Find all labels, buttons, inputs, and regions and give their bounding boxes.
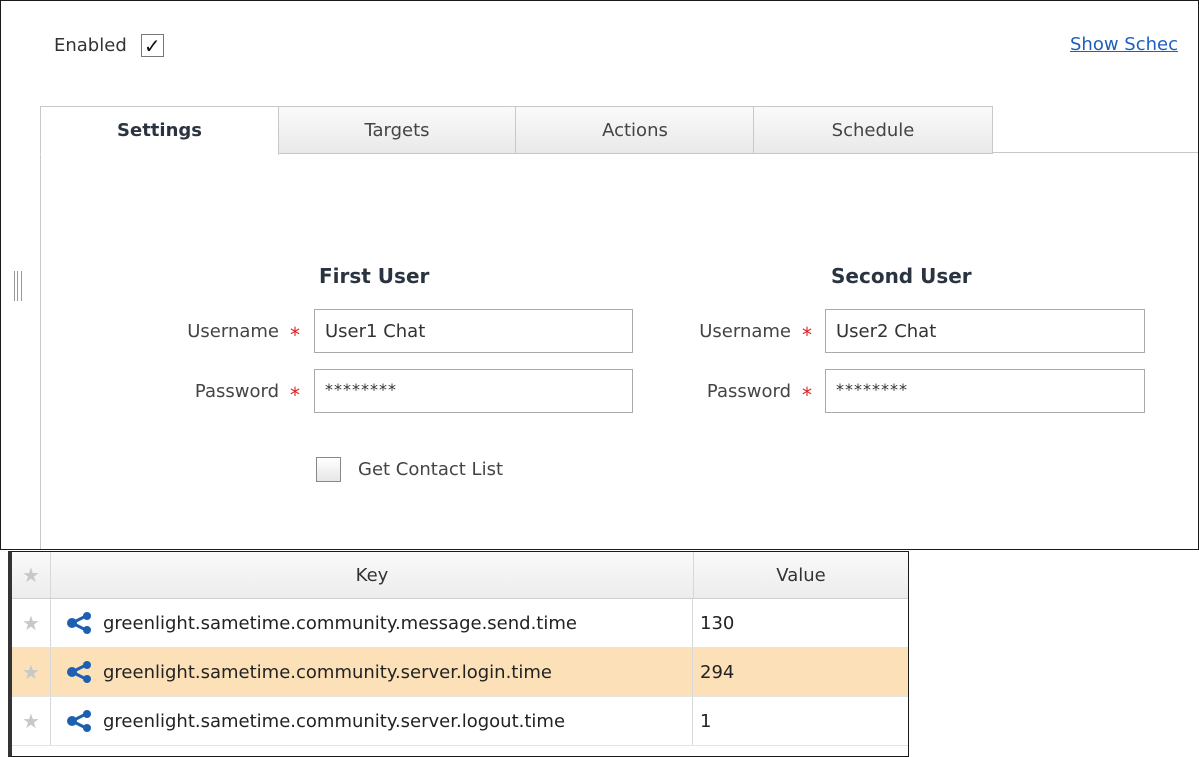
second-username-label: Username: [699, 321, 791, 342]
table-row[interactable]: ★ greenlight.sametime.community.server.l…: [12, 697, 908, 746]
table-header: ★ Key Value: [12, 552, 908, 599]
star-icon[interactable]: ★: [12, 552, 51, 598]
tab-actions[interactable]: Actions: [515, 106, 755, 154]
second-username-required: *: [802, 323, 812, 347]
star-icon[interactable]: ★: [12, 599, 51, 647]
metric-value: 1: [700, 710, 712, 732]
tab-targets[interactable]: Targets: [277, 106, 517, 154]
table-row[interactable]: ★ greenlight.sametime.community.server.l…: [12, 648, 908, 697]
first-password-required: *: [290, 383, 300, 407]
share-icon: [67, 661, 91, 683]
tab-settings[interactable]: Settings: [40, 106, 279, 155]
enabled-label: Enabled: [54, 35, 127, 56]
show-schedule-link[interactable]: Show Schec: [1070, 34, 1178, 55]
column-header-value[interactable]: Value: [694, 552, 908, 598]
column-header-key[interactable]: Key: [51, 552, 694, 598]
tab-content-border: [40, 153, 41, 549]
share-icon: [67, 710, 91, 732]
second-password-input[interactable]: ********: [825, 369, 1145, 413]
first-username-label: Username: [187, 321, 279, 342]
metric-key: greenlight.sametime.community.message.se…: [103, 612, 577, 634]
enabled-row: Enabled ✓: [54, 34, 164, 57]
get-contact-list-option[interactable]: Get Contact List: [316, 457, 503, 482]
key-cell: greenlight.sametime.community.server.log…: [51, 648, 693, 696]
second-username-input[interactable]: User2 Chat: [825, 309, 1145, 353]
first-password-input[interactable]: ********: [314, 369, 633, 413]
get-contact-list-checkbox[interactable]: [316, 457, 341, 482]
first-username-required: *: [290, 323, 300, 347]
first-password-label: Password: [194, 381, 279, 402]
metric-value: 130: [700, 612, 735, 634]
metric-key: greenlight.sametime.community.server.log…: [103, 661, 552, 683]
second-password-required: *: [802, 383, 812, 407]
key-cell: greenlight.sametime.community.message.se…: [51, 599, 693, 647]
star-icon[interactable]: ★: [12, 648, 51, 696]
first-username-input[interactable]: User1 Chat: [314, 309, 633, 353]
settings-panel: Enabled ✓ Show Schec Settings Targets Ac…: [0, 0, 1199, 550]
get-contact-list-label: Get Contact List: [358, 459, 504, 480]
second-password-label: Password: [706, 381, 791, 402]
tab-bar: Settings Targets Actions Schedule: [40, 106, 1198, 155]
tab-schedule[interactable]: Schedule: [753, 106, 993, 154]
enabled-checkbox[interactable]: ✓: [140, 34, 164, 57]
star-icon[interactable]: ★: [12, 697, 51, 745]
metrics-table: ★ Key Value ★ greenlight.sametime.commun…: [8, 551, 909, 757]
metric-value: 294: [700, 661, 735, 683]
table-row[interactable]: ★ greenlight.sametime.community.message.…: [12, 599, 908, 648]
resize-handle[interactable]: [14, 271, 22, 301]
metric-key: greenlight.sametime.community.server.log…: [103, 710, 566, 732]
first-user-title: First User: [319, 264, 430, 288]
second-user-title: Second User: [831, 264, 972, 288]
share-icon: [67, 612, 91, 634]
key-cell: greenlight.sametime.community.server.log…: [51, 697, 693, 745]
tab-strip-divider: [992, 152, 1198, 153]
